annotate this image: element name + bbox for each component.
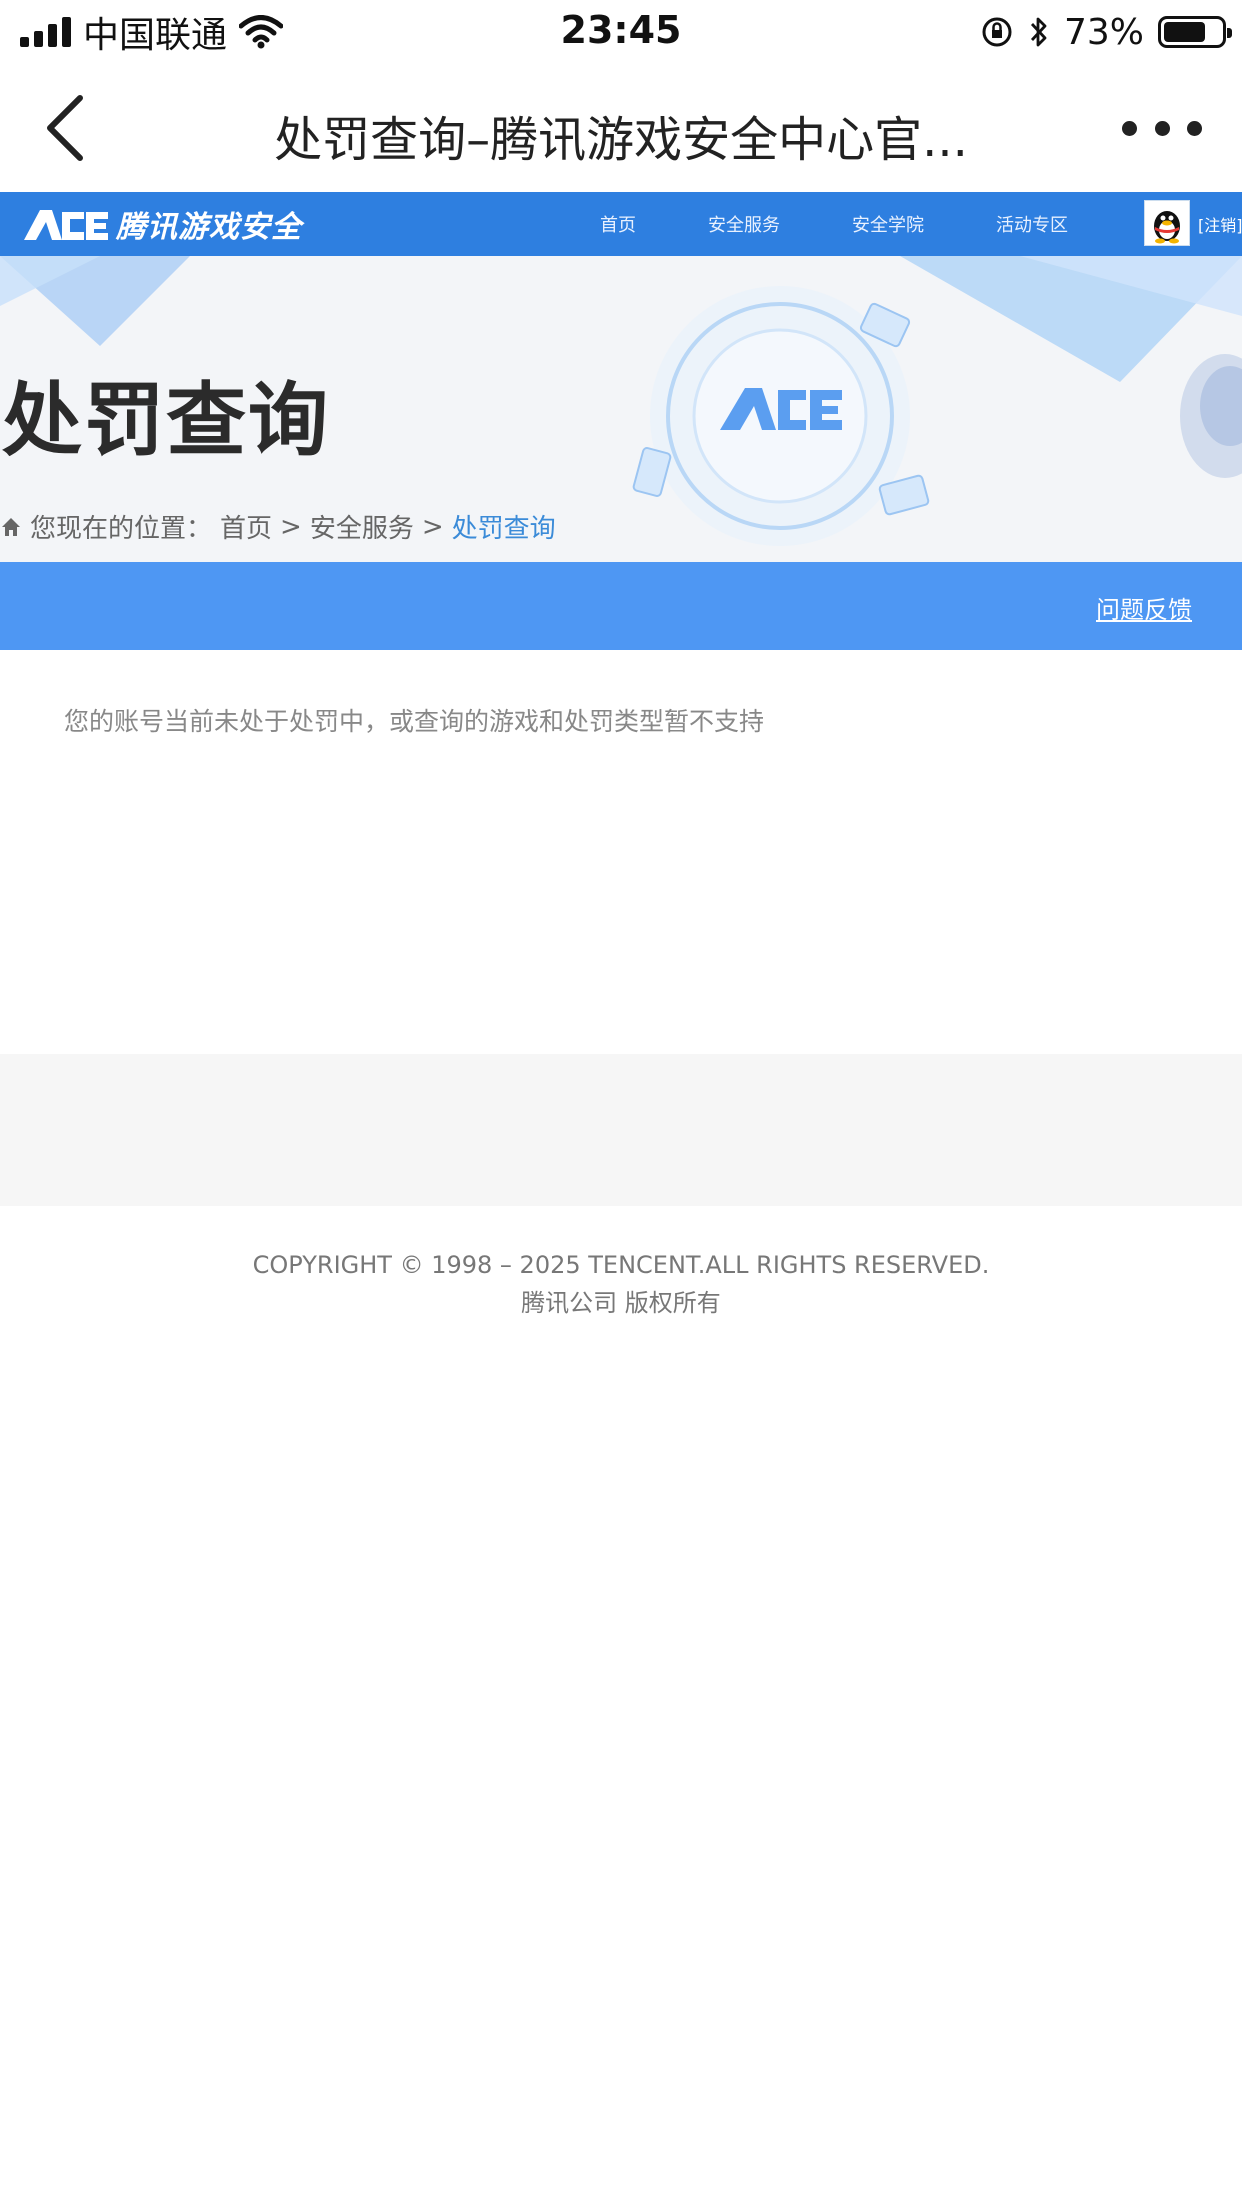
- breadcrumb-separator: >: [421, 511, 444, 542]
- breadcrumb-current: 处罚查询: [451, 514, 556, 544]
- dot-icon: [1154, 120, 1170, 136]
- site-nav: 首页 安全服务 安全学院 活动专区: [600, 192, 1140, 256]
- dot-icon: [1122, 120, 1137, 136]
- nav-item-security-services[interactable]: 安全服务: [708, 211, 780, 237]
- site-header: 腾讯游戏安全 首页 安全服务 安全学院 活动专区 [注销]: [0, 192, 1242, 256]
- decor-triangle-left: [0, 256, 190, 346]
- feedback-link[interactable]: 问题反馈: [1096, 590, 1192, 625]
- battery-level: [1164, 22, 1205, 42]
- nav-item-security-academy[interactable]: 安全学院: [852, 211, 924, 237]
- content-divider-band: [0, 1054, 1242, 1206]
- app-nav-bar: 处罚查询–腾讯游戏安全中心官...: [0, 64, 1242, 192]
- logout-link[interactable]: [注销]: [1198, 212, 1242, 236]
- dot-icon: [1187, 120, 1202, 136]
- back-button[interactable]: [30, 88, 110, 168]
- query-result-message: 您的账号当前未处于处罚中，或查询的游戏和处罚类型暂不支持: [64, 707, 765, 736]
- site-logo[interactable]: 腾讯游戏安全: [22, 202, 302, 246]
- nav-item-events[interactable]: 活动专区: [996, 211, 1068, 237]
- home-icon: [2, 517, 20, 536]
- nav-item-home[interactable]: 首页: [600, 211, 636, 237]
- status-right: 73%: [980, 8, 1232, 56]
- breadcrumb-prefix: 您现在的位置：: [30, 514, 213, 544]
- breadcrumb-item-home[interactable]: 首页: [220, 508, 272, 545]
- decor-dragon-graphic: [1180, 354, 1242, 478]
- ace-emblem-graphic: [632, 286, 930, 546]
- battery-icon: [1158, 16, 1232, 48]
- qq-penguin-icon: [1154, 211, 1180, 244]
- page-title: 处罚查询: [2, 374, 330, 467]
- footer-copyright: COPYRIGHT © 1998 – 2025 TENCENT.ALL RIGH…: [252, 1251, 990, 1279]
- breadcrumb-separator: >: [280, 511, 302, 542]
- breadcrumb: 您现在的位置： 首页 > 安全服务 > 处罚查询: [0, 508, 556, 545]
- footer-company: 腾讯公司 版权所有: [521, 1289, 721, 1317]
- avatar[interactable]: [1144, 200, 1190, 246]
- logo-text: 腾讯游戏安全: [116, 210, 302, 245]
- action-bar: 问题反馈: [0, 562, 1242, 650]
- footer: COPYRIGHT © 1998 – 2025 TENCENT.ALL RIGH…: [0, 1246, 1242, 1322]
- page-title-bar: 处罚查询–腾讯游戏安全中心官...: [274, 112, 968, 168]
- rotation-lock-icon: [982, 17, 1012, 47]
- status-bar: 中国联通 23:45 73%: [0, 0, 1242, 64]
- ace-logo-icon: [24, 210, 108, 240]
- breadcrumb-item-security-services[interactable]: 安全服务: [310, 508, 414, 545]
- bluetooth-icon: [1030, 17, 1047, 47]
- page-banner: 处罚查询 您现在的位置： 首页 > 安全服务 > 处罚查询: [0, 256, 1242, 562]
- more-options-button[interactable]: [1122, 108, 1202, 148]
- battery-percent: 73%: [1063, 11, 1144, 53]
- chevron-left-icon: [47, 95, 83, 161]
